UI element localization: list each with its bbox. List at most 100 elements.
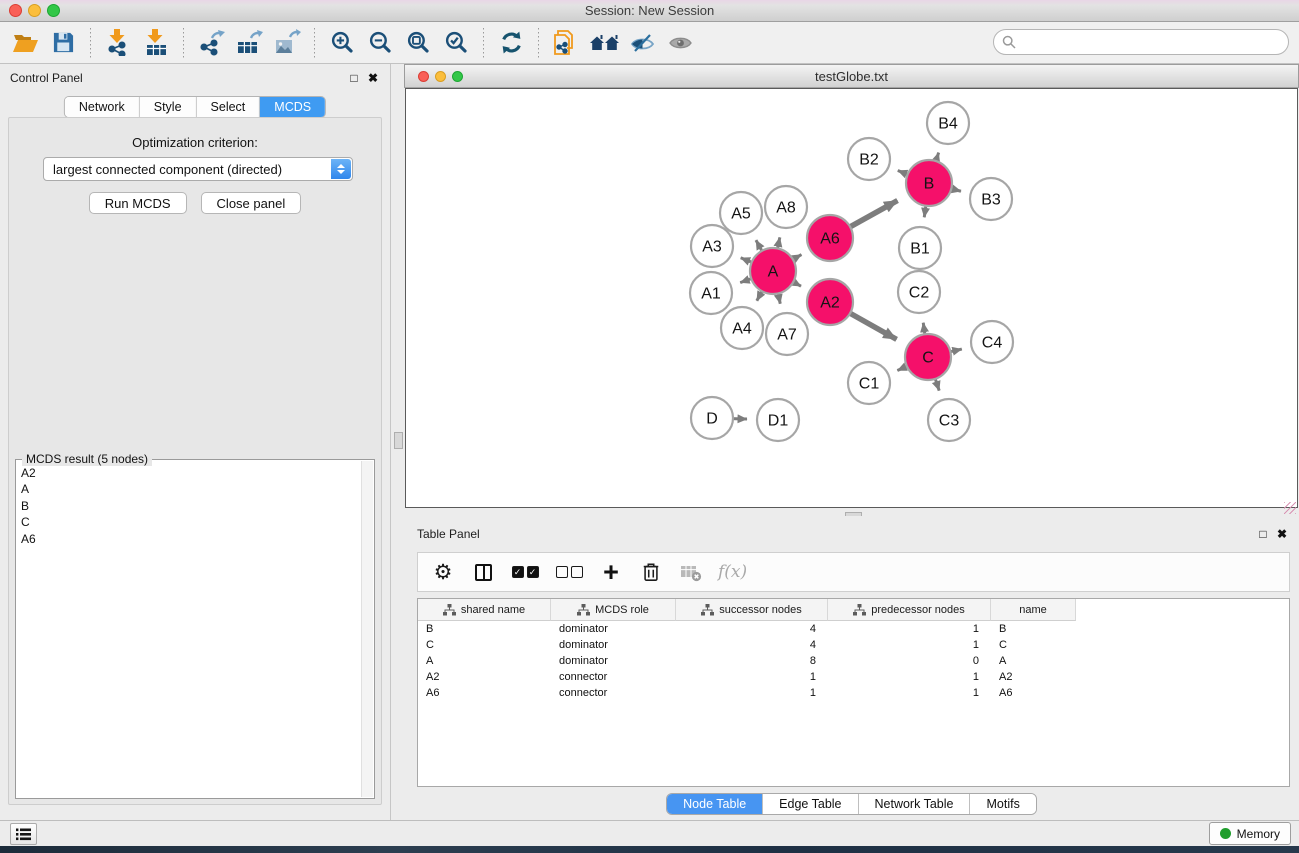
export-table-button[interactable]: [230, 25, 268, 61]
table-cell[interactable]: dominator: [551, 655, 676, 667]
graph-node-D1[interactable]: D1: [757, 399, 799, 441]
tab-mcds[interactable]: MCDS: [260, 97, 325, 117]
table-cell[interactable]: A2: [991, 671, 1076, 683]
column-header-name[interactable]: name: [991, 599, 1076, 621]
graph-node-A7[interactable]: A7: [766, 313, 808, 355]
close-panel-button[interactable]: ✖: [365, 70, 381, 86]
refresh-button[interactable]: [492, 25, 530, 61]
result-item[interactable]: A2: [17, 465, 361, 481]
table-cell[interactable]: A6: [418, 687, 551, 699]
tab-select[interactable]: Select: [197, 97, 261, 117]
table-cell[interactable]: dominator: [551, 623, 676, 635]
memory-button[interactable]: Memory: [1209, 822, 1291, 845]
table-cell[interactable]: A: [991, 655, 1076, 667]
graph-node-B4[interactable]: B4: [927, 102, 969, 144]
table-row[interactable]: Cdominator41C: [418, 637, 1289, 653]
zoom-selected-button[interactable]: [437, 25, 475, 61]
vertical-split-handle[interactable]: [394, 432, 403, 449]
import-network-button[interactable]: [99, 25, 137, 61]
graph-node-D[interactable]: D: [691, 397, 733, 439]
graph-node-A3[interactable]: A3: [691, 225, 733, 267]
graph-node-A1[interactable]: A1: [690, 272, 732, 314]
task-history-button[interactable]: [10, 823, 37, 845]
graph-node-B3[interactable]: B3: [970, 178, 1012, 220]
graph-node-A6[interactable]: A6: [807, 215, 853, 261]
table-cell[interactable]: 8: [676, 655, 828, 667]
graph-node-C1[interactable]: C1: [848, 362, 890, 404]
table-row[interactable]: A2connector11A2: [418, 669, 1289, 685]
tab-network-table[interactable]: Network Table: [859, 794, 971, 814]
tab-network[interactable]: Network: [65, 97, 140, 117]
optimization-criterion-select[interactable]: largest connected component (directed): [43, 157, 353, 181]
table-cell[interactable]: 1: [676, 687, 828, 699]
table-close-button[interactable]: ✖: [1274, 526, 1290, 542]
table-cell[interactable]: 1: [676, 671, 828, 683]
graph-node-C3[interactable]: C3: [928, 399, 970, 441]
deselect-all-columns-button[interactable]: [554, 557, 584, 587]
tab-node-table[interactable]: Node Table: [667, 794, 763, 814]
table-cell[interactable]: B: [418, 623, 551, 635]
table-cell[interactable]: connector: [551, 687, 676, 699]
table-row[interactable]: Bdominator41B: [418, 621, 1289, 637]
show-graphics-button[interactable]: [661, 25, 699, 61]
table-cell[interactable]: C: [418, 639, 551, 651]
graph-node-A5[interactable]: A5: [720, 192, 762, 234]
table-float-button[interactable]: □: [1255, 526, 1271, 542]
float-panel-button[interactable]: □: [346, 70, 362, 86]
hide-graphics-button[interactable]: [623, 25, 661, 61]
table-cell[interactable]: dominator: [551, 639, 676, 651]
search-input[interactable]: [1016, 35, 1288, 49]
run-mcds-button[interactable]: Run MCDS: [89, 192, 187, 214]
clone-network-button[interactable]: [547, 25, 585, 61]
save-session-button[interactable]: [44, 25, 82, 61]
open-session-button[interactable]: [6, 25, 44, 61]
table-cell[interactable]: 4: [676, 639, 828, 651]
result-item[interactable]: C: [17, 514, 361, 530]
close-panel-button2[interactable]: Close panel: [201, 192, 302, 214]
result-item[interactable]: A6: [17, 531, 361, 547]
column-header-predecessor-nodes[interactable]: predecessor nodes: [828, 599, 991, 621]
graph-node-A4[interactable]: A4: [721, 307, 763, 349]
column-header-MCDS-role[interactable]: MCDS role: [551, 599, 676, 621]
graph-node-A2[interactable]: A2: [807, 279, 853, 325]
graph-node-A[interactable]: A: [750, 248, 796, 294]
table-options-button[interactable]: ⚙: [430, 557, 456, 587]
graph-node-B2[interactable]: B2: [848, 138, 890, 180]
column-header-shared-name[interactable]: shared name: [418, 599, 551, 621]
export-image-button[interactable]: [268, 25, 306, 61]
delete-table-button[interactable]: [678, 557, 704, 587]
graph-edge-A6-B[interactable]: [848, 200, 897, 227]
table-cell[interactable]: B: [991, 623, 1076, 635]
zoom-in-button[interactable]: [323, 25, 361, 61]
import-table-button[interactable]: [137, 25, 175, 61]
graph-node-A8[interactable]: A8: [765, 186, 807, 228]
select-all-columns-button[interactable]: ✓ ✓: [510, 557, 540, 587]
zoom-fit-button[interactable]: [399, 25, 437, 61]
tab-edge-table[interactable]: Edge Table: [763, 794, 858, 814]
table-cell[interactable]: 1: [828, 639, 991, 651]
graph-edge-A2-C[interactable]: [848, 312, 896, 339]
network-canvas[interactable]: B4B2B3A8A5A3B1C2A1A4A7C4C1C3DD1BA6AA2C: [405, 88, 1298, 508]
result-item[interactable]: A: [17, 481, 361, 497]
tab-style[interactable]: Style: [140, 97, 197, 117]
first-neighbors-button[interactable]: [585, 25, 623, 61]
add-row-button[interactable]: +: [598, 557, 624, 587]
graph-node-C[interactable]: C: [905, 334, 951, 380]
table-row[interactable]: A6connector11A6: [418, 685, 1289, 701]
table-row[interactable]: Adominator80A: [418, 653, 1289, 669]
table-cell[interactable]: 1: [828, 623, 991, 635]
table-cell[interactable]: 4: [676, 623, 828, 635]
function-builder-button[interactable]: f(x): [718, 557, 747, 587]
graph-node-B[interactable]: B: [906, 160, 952, 206]
result-item[interactable]: B: [17, 498, 361, 514]
table-cell[interactable]: connector: [551, 671, 676, 683]
table-cell[interactable]: A: [418, 655, 551, 667]
network-graph[interactable]: B4B2B3A8A5A3B1C2A1A4A7C4C1C3DD1BA6AA2C: [406, 89, 1297, 507]
zoom-out-button[interactable]: [361, 25, 399, 61]
table-cell[interactable]: 1: [828, 687, 991, 699]
tab-motifs[interactable]: Motifs: [970, 794, 1035, 814]
graph-node-C2[interactable]: C2: [898, 271, 940, 313]
graph-node-C4[interactable]: C4: [971, 321, 1013, 363]
window-resize-grip[interactable]: [1284, 502, 1296, 514]
network-window-titlebar[interactable]: testGlobe.txt: [404, 64, 1299, 88]
